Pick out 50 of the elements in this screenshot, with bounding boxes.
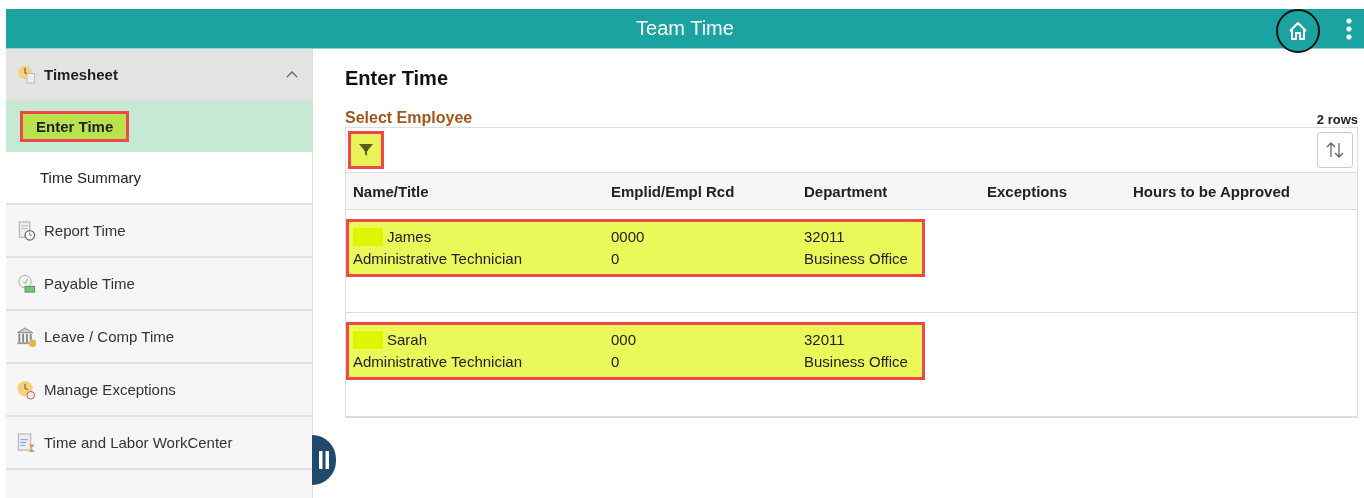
page-header-title: Team Time bbox=[636, 17, 734, 40]
employee-title: Administrative Technician bbox=[353, 353, 523, 371]
sort-icon bbox=[1326, 141, 1344, 159]
table-cell-text: Business Office bbox=[804, 353, 909, 371]
column-header[interactable]: Department bbox=[804, 182, 987, 200]
nav-subitem[interactable]: Time Summary bbox=[6, 152, 312, 205]
employee-title: Administrative Technician bbox=[353, 250, 523, 268]
redaction-mark bbox=[353, 228, 383, 246]
table-cell-text: 32011 bbox=[804, 331, 846, 349]
nav-label: Timesheet bbox=[44, 65, 118, 83]
row-count: 2 rows bbox=[1316, 112, 1358, 127]
nav-label: Payable Time bbox=[44, 275, 135, 292]
table-cell-text: Business Office bbox=[804, 250, 909, 268]
nav-group-header[interactable]: Timesheet bbox=[6, 49, 312, 101]
home-button[interactable] bbox=[1276, 9, 1320, 53]
nav-label: Manage Exceptions bbox=[44, 381, 176, 398]
column-header[interactable]: Exceptions bbox=[987, 182, 1133, 200]
table-cell-text: 0 bbox=[611, 353, 621, 371]
section-title: Select Employee bbox=[345, 109, 473, 127]
table-cell-text: 0 bbox=[611, 250, 621, 268]
report-icon bbox=[16, 220, 36, 241]
column-header[interactable]: Name/Title bbox=[353, 182, 611, 200]
more-options-button[interactable] bbox=[1344, 17, 1354, 41]
nav-label: Report Time bbox=[44, 222, 126, 239]
page-title: Enter Time bbox=[345, 67, 449, 91]
column-header[interactable]: Emplid/Empl Rcd bbox=[611, 182, 804, 200]
home-icon bbox=[1287, 20, 1309, 42]
employee-name[interactable]: James bbox=[387, 228, 432, 246]
table-cell-text: 0000 bbox=[611, 228, 646, 246]
timesheet-icon bbox=[16, 64, 36, 84]
more-icon bbox=[1346, 18, 1352, 40]
employee-name[interactable]: Sarah bbox=[387, 331, 428, 349]
nav-label: Leave / Comp Time bbox=[44, 328, 175, 345]
redaction-mark bbox=[353, 331, 383, 349]
sort-button[interactable] bbox=[1317, 132, 1353, 168]
column-header[interactable]: Hours to be Approved bbox=[1133, 182, 1357, 200]
clock-icon bbox=[16, 379, 36, 400]
filter-icon bbox=[358, 142, 374, 158]
table-cell-text: 32011 bbox=[804, 228, 846, 246]
nav-subitem[interactable]: Enter Time bbox=[6, 101, 312, 152]
document-icon bbox=[16, 432, 36, 453]
table-row[interactable]: James Administrative Technician 0000 0 32011 Business Office bbox=[346, 210, 1357, 313]
nav-label: Time and Labor WorkCenter bbox=[44, 434, 233, 451]
bank-icon bbox=[16, 326, 36, 347]
filter-button[interactable] bbox=[348, 131, 384, 169]
payable-icon bbox=[16, 273, 36, 294]
table-row[interactable]: Sarah Administrative Technician 000 0 32011 Business Office bbox=[346, 313, 1357, 416]
collapse-handle[interactable] bbox=[312, 435, 336, 485]
pause-icon bbox=[319, 451, 329, 469]
table-cell-text: 000 bbox=[611, 331, 638, 349]
